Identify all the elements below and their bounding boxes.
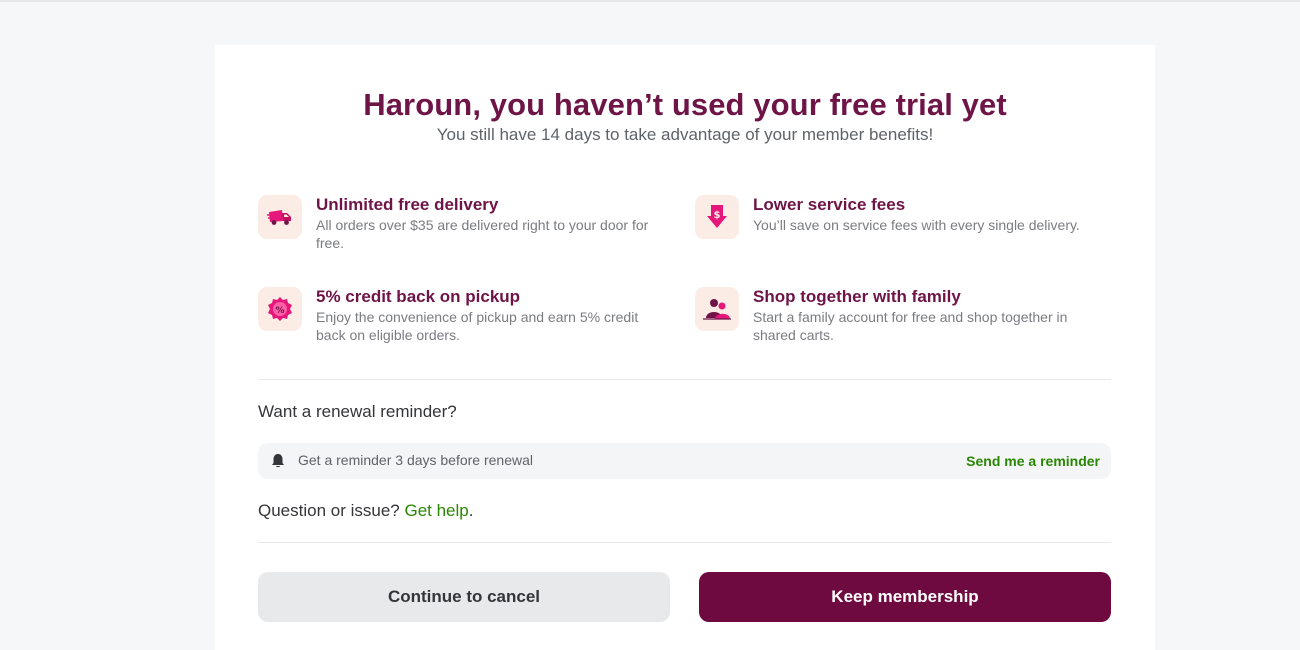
benefit-description: Enjoy the convenience of pickup and earn… [316,309,639,343]
svg-text:$: $ [714,210,721,221]
reminder-row: Get a reminder 3 days before renewal Sen… [258,443,1111,479]
delivery-truck-icon [258,195,302,239]
family-group-icon [695,287,739,331]
help-suffix: . [468,501,474,520]
page-title: Haroun, you haven’t used your free trial… [363,87,1007,122]
svg-text:%: % [275,306,284,316]
service-fee-down-icon: $ [695,195,739,239]
cancel-membership-dialog: Haroun, you haven’t used your free trial… [215,45,1155,650]
benefit-title: Shop together with family [753,287,961,306]
help-prefix: Question or issue? [258,501,405,520]
section-divider [258,379,1111,380]
benefit-description: Start a family account for free and shop… [753,309,1068,343]
benefit-title: Unlimited free delivery [316,195,499,214]
send-reminder-button[interactable]: Send me a reminder [966,453,1100,469]
benefit-description: You’ll save on service fees with every s… [753,217,1080,233]
help-text: Question or issue? Get help. [258,501,473,521]
benefit-title: Lower service fees [753,195,906,214]
benefit-title: 5% credit back on pickup [316,287,521,306]
benefit-description: All orders over $35 are delivered right … [316,217,649,251]
get-help-link[interactable]: Get help [404,501,468,520]
section-divider [258,542,1111,543]
bell-icon [271,453,285,469]
top-border [0,0,1300,2]
page-subtitle: You still have 14 days to take advantage… [436,125,934,144]
percent-badge-icon: % [258,287,302,331]
reminder-question: Want a renewal reminder? [258,402,457,421]
keep-membership-button[interactable]: Keep membership [699,572,1111,622]
continue-to-cancel-button[interactable]: Continue to cancel [258,572,670,622]
reminder-text: Get a reminder 3 days before renewal [298,452,534,468]
